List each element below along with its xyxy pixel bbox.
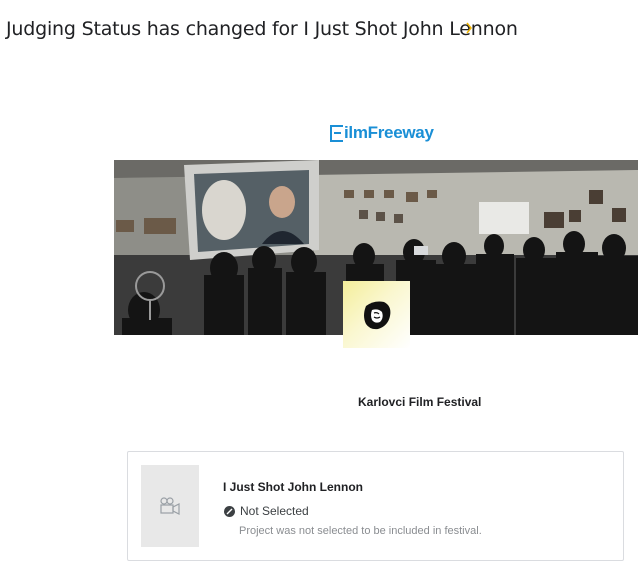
judging-status: Not Selected bbox=[224, 504, 309, 518]
video-camera-icon bbox=[160, 497, 180, 515]
lion-head-icon bbox=[363, 301, 390, 329]
submission-card: I Just Shot John Lennon Not Selected Pro… bbox=[127, 451, 624, 561]
email-subject: Judging Status has changed for I Just Sh… bbox=[6, 18, 518, 40]
project-thumbnail[interactable] bbox=[141, 465, 199, 547]
festival-logo[interactable] bbox=[343, 281, 410, 348]
importance-marker-icon[interactable] bbox=[466, 22, 472, 34]
filmfreeway-logo[interactable]: ilmFreeway bbox=[330, 123, 434, 143]
filmfreeway-f-mark-icon bbox=[330, 124, 343, 142]
filmfreeway-logo-text: ilmFreeway bbox=[344, 123, 434, 142]
status-label: Not Selected bbox=[240, 504, 309, 518]
project-title[interactable]: I Just Shot John Lennon bbox=[223, 480, 363, 494]
status-description: Project was not selected to be included … bbox=[239, 525, 482, 537]
not-selected-icon bbox=[224, 505, 235, 517]
festival-name: Karlovci Film Festival bbox=[358, 395, 482, 409]
